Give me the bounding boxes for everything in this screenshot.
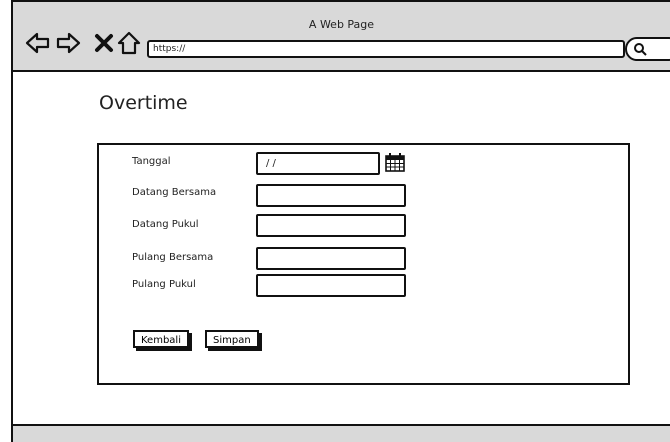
- calendar-icon[interactable]: [385, 152, 405, 172]
- close-icon[interactable]: [91, 30, 117, 56]
- datang-bersama-label: Datang Bersama: [132, 187, 217, 198]
- search-icon: [634, 43, 647, 56]
- datang-pukul-label: Datang Pukul: [132, 219, 199, 230]
- home-icon[interactable]: [116, 30, 142, 56]
- pulang-pukul-input[interactable]: [256, 274, 406, 297]
- browser-toolbar: A Web Page https://: [13, 0, 670, 72]
- forward-arrow-icon[interactable]: [55, 30, 81, 56]
- back-button[interactable]: Kembali: [133, 330, 189, 348]
- datang-pukul-input[interactable]: [256, 214, 406, 237]
- tanggal-date-input[interactable]: / /: [256, 152, 380, 175]
- tanggal-label: Tanggal: [132, 156, 171, 167]
- back-arrow-icon[interactable]: [25, 30, 51, 56]
- pulang-bersama-input[interactable]: [256, 247, 406, 270]
- datang-bersama-input[interactable]: [256, 184, 406, 207]
- url-input[interactable]: https://: [147, 40, 625, 58]
- page-title: Overtime: [99, 92, 188, 114]
- pulang-bersama-label: Pulang Bersama: [132, 252, 214, 263]
- pulang-pukul-label: Pulang Pukul: [132, 279, 196, 290]
- search-box[interactable]: [625, 37, 670, 61]
- save-button[interactable]: Simpan: [205, 330, 259, 348]
- status-bar: [13, 424, 670, 442]
